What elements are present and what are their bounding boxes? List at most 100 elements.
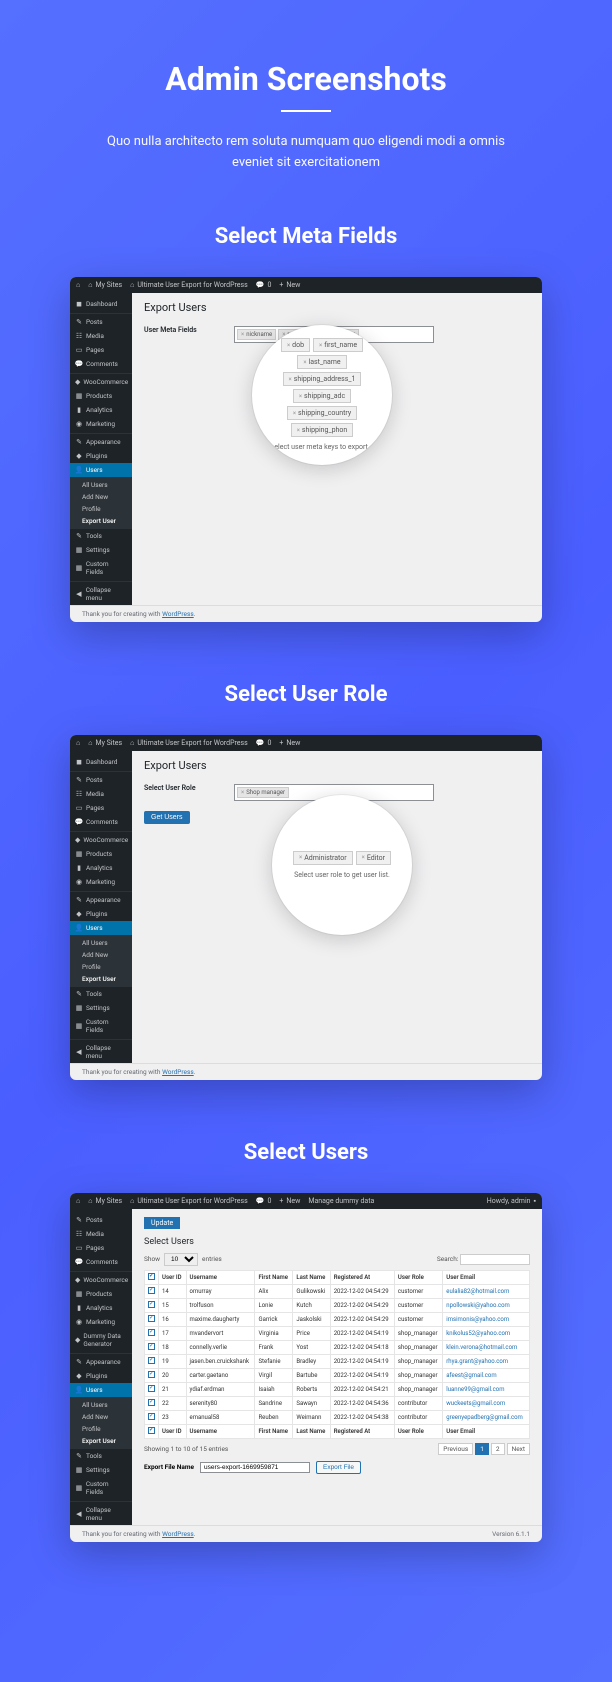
- sub-export-user[interactable]: Export User: [70, 973, 132, 985]
- wordpress-link[interactable]: WordPress: [162, 610, 194, 618]
- sidebar-item-custom-fields[interactable]: ▦Custom Fields: [70, 557, 132, 579]
- sidebar-item-dashboard[interactable]: ◼Dashboard: [70, 755, 132, 769]
- my-sites-link[interactable]: ⌂ My Sites: [88, 1197, 122, 1205]
- sidebar-item-tools[interactable]: ✎Tools: [70, 529, 132, 543]
- sidebar-item-appearance[interactable]: ✎Appearance: [70, 433, 132, 449]
- tag-last_name[interactable]: × last_name: [297, 355, 346, 369]
- wp-logo-icon[interactable]: ⌂: [76, 281, 80, 289]
- sidebar-item-custom-fields[interactable]: ▦Custom Fields: [70, 1015, 132, 1037]
- sidebar-item-marketing[interactable]: ◉Marketing: [70, 1315, 132, 1329]
- row-checkbox[interactable]: [148, 1413, 155, 1420]
- sidebar-item-media[interactable]: ☷Media: [70, 787, 132, 801]
- export-file-button[interactable]: Export File: [316, 1461, 361, 1474]
- sidebar-item-analytics[interactable]: ▮Analytics: [70, 1301, 132, 1315]
- sidebar-item-comments[interactable]: 💬Comments: [70, 357, 132, 371]
- remove-tag-icon[interactable]: ×: [299, 854, 302, 861]
- col-First Name[interactable]: First Name: [255, 1270, 293, 1284]
- sub-export-user[interactable]: Export User: [70, 515, 132, 527]
- remove-tag-icon[interactable]: ×: [362, 854, 365, 861]
- next-button[interactable]: Next: [507, 1443, 530, 1455]
- sidebar-item-posts[interactable]: ✎Posts: [70, 313, 132, 329]
- select-all-checkbox[interactable]: [148, 1273, 155, 1280]
- remove-tag-icon[interactable]: ×: [241, 331, 244, 338]
- wordpress-link[interactable]: WordPress: [162, 1068, 194, 1076]
- sidebar-item-users[interactable]: 👤Users: [70, 1383, 132, 1397]
- site-name-link[interactable]: ⌂ Ultimate User Export for WordPress: [130, 1197, 248, 1205]
- sidebar-item-settings[interactable]: ▦Settings: [70, 1001, 132, 1015]
- sub-export-user[interactable]: Export User: [70, 1435, 132, 1447]
- sub-profile[interactable]: Profile: [70, 503, 132, 515]
- col-Username[interactable]: Username: [186, 1270, 255, 1284]
- sub-add-new[interactable]: Add New: [70, 949, 132, 961]
- remove-tag-icon[interactable]: ×: [241, 789, 244, 796]
- sidebar-item-settings[interactable]: ▦Settings: [70, 543, 132, 557]
- sidebar-item-pages[interactable]: ▭Pages: [70, 343, 132, 357]
- update-tab[interactable]: Update: [144, 1217, 180, 1229]
- col-Registered At[interactable]: Registered At: [330, 1270, 394, 1284]
- site-name-link[interactable]: ⌂ Ultimate User Export for WordPress: [130, 739, 248, 747]
- sidebar-item-collapse[interactable]: ◀Collapse menu: [70, 1501, 132, 1525]
- row-checkbox[interactable]: [148, 1301, 155, 1308]
- sidebar-item-plugins[interactable]: ◆Plugins: [70, 907, 132, 921]
- sidebar-item-pages[interactable]: ▭Pages: [70, 801, 132, 815]
- sidebar-item-marketing[interactable]: ◉Marketing: [70, 875, 132, 889]
- sub-add-new[interactable]: Add New: [70, 491, 132, 503]
- remove-tag-icon[interactable]: ×: [293, 410, 296, 417]
- col-User Role[interactable]: User Role: [394, 1270, 442, 1284]
- wordpress-link[interactable]: WordPress: [162, 1530, 194, 1538]
- sidebar-item-analytics[interactable]: ▮Analytics: [70, 403, 132, 417]
- remove-tag-icon[interactable]: ×: [287, 342, 290, 349]
- col-User Email[interactable]: User Email: [443, 1270, 530, 1284]
- sidebar-item-settings[interactable]: ▦Settings: [70, 1463, 132, 1477]
- sidebar-item-products[interactable]: ▦Products: [70, 847, 132, 861]
- sidebar-item-custom-fields[interactable]: ▦Custom Fields: [70, 1477, 132, 1499]
- tag-dob[interactable]: × dob: [281, 338, 310, 352]
- sidebar-item-users[interactable]: 👤Users: [70, 921, 132, 935]
- row-checkbox[interactable]: [148, 1357, 155, 1364]
- row-checkbox[interactable]: [148, 1371, 155, 1378]
- sidebar-item-collapse[interactable]: ◀Collapse menu: [70, 581, 132, 605]
- col-checkbox[interactable]: [145, 1424, 159, 1438]
- col-checkbox[interactable]: [145, 1270, 159, 1284]
- comments-link[interactable]: 💬 0: [256, 281, 272, 289]
- row-checkbox[interactable]: [148, 1315, 155, 1322]
- sidebar-item-products[interactable]: ▦Products: [70, 389, 132, 403]
- sidebar-item-comments[interactable]: 💬Comments: [70, 815, 132, 829]
- wp-logo-icon[interactable]: ⌂: [76, 1197, 80, 1205]
- sub-all-users[interactable]: All Users: [70, 937, 132, 949]
- tag-shipping_phon[interactable]: × shipping_phon: [291, 423, 354, 437]
- remove-tag-icon[interactable]: ×: [297, 427, 300, 434]
- tag-nickname[interactable]: × nickname: [237, 329, 276, 340]
- tag-first_name[interactable]: × first_name: [313, 338, 363, 352]
- new-link[interactable]: + New: [279, 281, 300, 289]
- col-Last Name[interactable]: Last Name: [293, 1424, 330, 1438]
- sidebar-item-dummy[interactable]: ◆Dummy Data Generator: [70, 1329, 132, 1351]
- sidebar-item-analytics[interactable]: ▮Analytics: [70, 861, 132, 875]
- sidebar-item-woocommerce[interactable]: ◆WooCommerce: [70, 373, 132, 389]
- remove-tag-icon[interactable]: ×: [299, 393, 302, 400]
- tag-Administrator[interactable]: × Administrator: [293, 851, 353, 865]
- sidebar-item-media[interactable]: ☷Media: [70, 1227, 132, 1241]
- sidebar-item-tools[interactable]: ✎Tools: [70, 1449, 132, 1463]
- remove-tag-icon[interactable]: ×: [289, 376, 292, 383]
- tag-shipping_country[interactable]: × shipping_country: [287, 406, 357, 420]
- remove-tag-icon[interactable]: ×: [319, 342, 322, 349]
- sidebar-item-marketing[interactable]: ◉Marketing: [70, 417, 132, 431]
- page-1-button[interactable]: 1: [475, 1443, 489, 1455]
- select-all-checkbox[interactable]: [148, 1427, 155, 1434]
- sub-all-users[interactable]: All Users: [70, 1399, 132, 1411]
- comments-link[interactable]: 💬 0: [256, 739, 272, 747]
- previous-button[interactable]: Previous: [438, 1443, 473, 1455]
- my-sites-link[interactable]: ⌂ My Sites: [88, 739, 122, 747]
- col-Registered At[interactable]: Registered At: [330, 1424, 394, 1438]
- col-User Role[interactable]: User Role: [394, 1424, 442, 1438]
- page-2-button[interactable]: 2: [491, 1443, 505, 1455]
- sidebar-item-dashboard[interactable]: ◼Dashboard: [70, 297, 132, 311]
- tag-shipping_adc[interactable]: × shipping_adc: [293, 389, 351, 403]
- sub-add-new[interactable]: Add New: [70, 1411, 132, 1423]
- tag-Shop manager[interactable]: × Shop manager: [237, 787, 289, 798]
- row-checkbox[interactable]: [148, 1343, 155, 1350]
- sidebar-item-woocommerce[interactable]: ◆WooCommerce: [70, 831, 132, 847]
- col-Username[interactable]: Username: [186, 1424, 255, 1438]
- sidebar-item-woocommerce[interactable]: ◆WooCommerce: [70, 1271, 132, 1287]
